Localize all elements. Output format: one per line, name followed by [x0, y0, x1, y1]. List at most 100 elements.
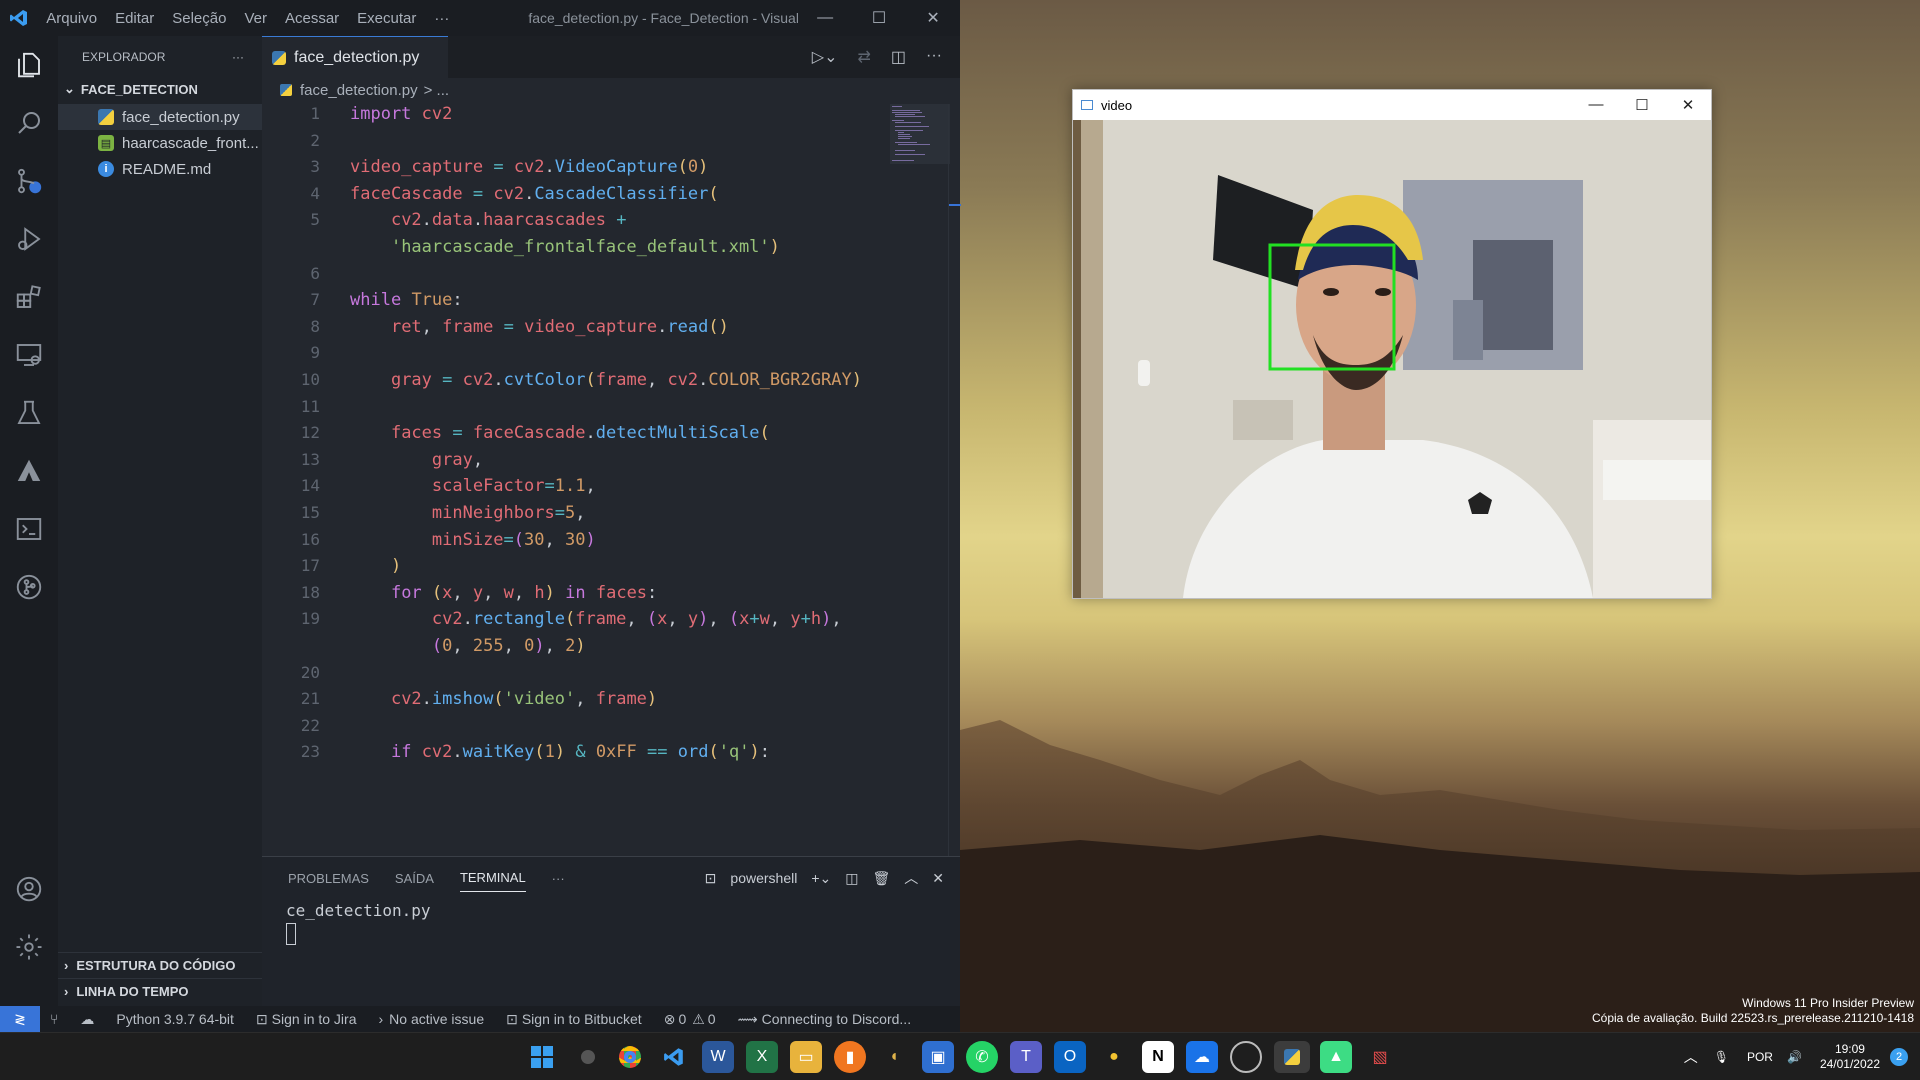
explorer-more-button[interactable]: ···	[232, 50, 244, 64]
menu-executar[interactable]: Executar	[348, 10, 425, 27]
search-icon[interactable]	[0, 94, 58, 152]
game-launcher-icon[interactable]: ◖	[878, 1041, 910, 1073]
issue-status[interactable]: No active issue	[389, 1011, 484, 1027]
testing-icon[interactable]	[0, 384, 58, 442]
file-explorer-icon[interactable]: ▭	[790, 1041, 822, 1073]
source-control-icon[interactable]	[0, 152, 58, 210]
file-item-haarcascade[interactable]: ▤ haarcascade_front...	[58, 130, 262, 156]
system-tray: ︿ 🎙 POR 🔊 19:09 24/01/2022 2	[1684, 1033, 1920, 1080]
tab-saida[interactable]: SAÍDA	[395, 871, 434, 886]
bitbucket-status[interactable]: Sign in to Bitbucket	[522, 1011, 642, 1027]
folder-face-detection[interactable]: ⌄ FACE_DETECTION	[58, 78, 262, 100]
more-actions-icon[interactable]: ···	[926, 47, 942, 67]
chevron-up-icon[interactable]: ︿	[1684, 1047, 1698, 1067]
start-button-icon[interactable]	[526, 1041, 558, 1073]
teams-icon[interactable]: T	[1010, 1041, 1042, 1073]
excel-icon[interactable]: X	[746, 1041, 778, 1073]
breadcrumb-rest[interactable]: > ...	[424, 82, 449, 99]
clock[interactable]: 19:09 24/01/2022	[1820, 1042, 1880, 1072]
vscode-window: Arquivo Editar Seleção Ver Acessar Execu…	[0, 0, 961, 1032]
extensions-icon[interactable]	[0, 268, 58, 326]
discord-status[interactable]: Connecting to Discord...	[762, 1011, 911, 1027]
run-icon[interactable]: ▷⌄	[812, 47, 838, 67]
window-title: face_detection.py - Face_Detection - Vis…	[528, 10, 799, 26]
split-editor-icon[interactable]: ◫	[891, 47, 906, 67]
python-interpreter[interactable]: Python 3.9.7 64-bit	[116, 1011, 234, 1027]
terminal-icon[interactable]	[0, 500, 58, 558]
python-app-icon[interactable]	[1274, 1041, 1310, 1073]
store-icon[interactable]: ▣	[922, 1041, 954, 1073]
android-studio-icon[interactable]: ▲	[1320, 1041, 1352, 1073]
line-number: 21	[300, 689, 320, 708]
explorer-icon[interactable]	[0, 36, 58, 94]
error-count[interactable]: 0	[678, 1011, 686, 1027]
mountain-silhouette	[960, 720, 1920, 1032]
maximize-button[interactable]: ☐	[1619, 96, 1665, 114]
line-number: 19	[300, 609, 320, 628]
cloud-app-icon[interactable]: ☁	[1186, 1041, 1218, 1073]
terminal-panel: PROBLEMAS SAÍDA TERMINAL ··· ⊡ powershel…	[262, 856, 960, 1006]
notification-badge[interactable]: 2	[1890, 1048, 1908, 1066]
compare-changes-icon[interactable]: ⇄	[857, 47, 870, 67]
menu-ver[interactable]: Ver	[235, 10, 276, 27]
menu-selecao[interactable]: Seleção	[163, 10, 235, 27]
tool-app-icon[interactable]: ▧	[1364, 1041, 1396, 1073]
search-icon[interactable]	[572, 1041, 604, 1073]
line-number: 4	[310, 184, 320, 203]
tab-problemas[interactable]: PROBLEMAS	[288, 871, 369, 886]
chrome-icon[interactable]	[614, 1041, 646, 1073]
panel-more-button[interactable]: ···	[552, 871, 565, 886]
git-branch-icon[interactable]: ⑂	[50, 1011, 58, 1027]
remote-indicator-icon[interactable]: ≷	[0, 1006, 40, 1032]
git-graph-icon[interactable]	[0, 558, 58, 616]
terminal-output[interactable]: ce_detection.py	[262, 899, 960, 952]
duck-app-icon[interactable]: ●	[1098, 1041, 1130, 1073]
run-debug-icon[interactable]	[0, 210, 58, 268]
jira-status[interactable]: Sign in to Jira	[272, 1011, 357, 1027]
microphone-icon[interactable]: 🎙	[1714, 1050, 1729, 1064]
add-terminal-icon[interactable]: +⌄	[811, 870, 831, 887]
chart-app-icon[interactable]: ▮	[834, 1041, 866, 1073]
close-panel-icon[interactable]: ✕	[932, 870, 944, 887]
minimize-button[interactable]: —	[798, 9, 852, 27]
outlook-icon[interactable]: O	[1054, 1041, 1086, 1073]
close-button[interactable]: ✕	[1665, 96, 1711, 114]
terminal-shell-label[interactable]: powershell	[730, 870, 797, 886]
maximize-panel-icon[interactable]: ︿	[904, 868, 918, 888]
tab-terminal[interactable]: TERMINAL	[459, 864, 526, 892]
watermark-line-2: Cópia de avaliação. Build 22523.rs_prere…	[1591, 1011, 1914, 1025]
maximize-button[interactable]: ☐	[852, 8, 906, 28]
trash-icon[interactable]: 🗑	[872, 870, 890, 887]
minimap[interactable]	[890, 104, 950, 204]
atlassian-icon[interactable]	[0, 442, 58, 500]
volume-icon[interactable]: 🔊	[1787, 1050, 1802, 1064]
warning-count[interactable]: 0	[708, 1011, 716, 1027]
outline-section[interactable]: › ESTRUTURA DO CÓDIGO	[58, 952, 262, 978]
video-window-title: video	[1101, 97, 1133, 113]
editor-scrollbar[interactable]	[948, 104, 961, 856]
line-number: 6	[310, 264, 320, 283]
settings-gear-icon[interactable]	[0, 918, 58, 976]
timeline-section[interactable]: › LINHA DO TEMPO	[58, 978, 262, 1004]
minimize-button[interactable]: —	[1573, 96, 1619, 114]
menu-editar[interactable]: Editar	[106, 10, 163, 27]
close-button[interactable]: ✕	[906, 8, 960, 28]
video-window[interactable]: video — ☐ ✕	[1072, 89, 1712, 599]
tab-face-detection[interactable]: face_detection.py	[262, 36, 448, 78]
word-icon[interactable]: W	[702, 1041, 734, 1073]
menu-more[interactable]: ···	[425, 10, 458, 27]
whatsapp-icon[interactable]: ✆	[966, 1041, 998, 1073]
file-item-readme[interactable]: i README.md	[58, 156, 262, 182]
language-indicator[interactable]: POR	[1747, 1050, 1773, 1064]
split-terminal-icon[interactable]: ◫	[845, 870, 858, 887]
vscode-taskbar-icon[interactable]	[658, 1041, 690, 1073]
account-icon[interactable]	[0, 860, 58, 918]
breadcrumb-file[interactable]: face_detection.py	[300, 82, 418, 99]
menu-acessar[interactable]: Acessar	[276, 10, 348, 27]
remote-explorer-icon[interactable]	[0, 326, 58, 384]
file-item-face-detection[interactable]: face_detection.py	[58, 104, 262, 130]
notion-icon[interactable]: N	[1142, 1041, 1174, 1073]
sync-icon[interactable]: ☁	[80, 1011, 94, 1028]
obs-icon[interactable]	[1230, 1041, 1262, 1073]
menu-arquivo[interactable]: Arquivo	[37, 10, 106, 27]
